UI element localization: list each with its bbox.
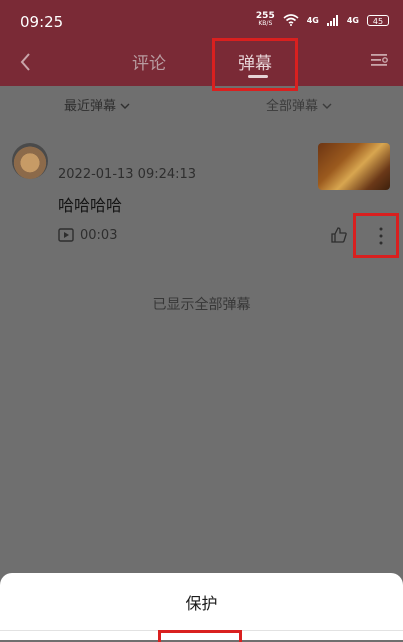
speed-value: 255: [255, 11, 275, 21]
filter-row: 最近弹幕 全部弹幕: [0, 86, 403, 122]
sort-label: 最近弹幕: [64, 99, 117, 114]
video-thumbnail[interactable]: [318, 143, 390, 190]
back-icon[interactable]: [16, 50, 36, 74]
status-bar: 09:25 255 KB/S 4G 4G 45: [0, 0, 403, 46]
network-type-2: 4G: [346, 15, 359, 25]
highlight-tab-danmu: [212, 38, 298, 91]
avatar[interactable]: [12, 143, 48, 179]
highlight-sheet-option: [158, 630, 242, 642]
danmu-message: 哈哈哈哈: [58, 196, 123, 215]
list-settings-icon[interactable]: [369, 50, 389, 70]
danmu-timestamp: 2022-01-13 09:24:13: [58, 167, 197, 182]
signal-icon: [326, 14, 338, 26]
network-type-1: 4G: [306, 15, 319, 25]
end-of-list-text: 已显示全部弹幕: [152, 297, 251, 313]
sort-dropdown[interactable]: 最近弹幕: [64, 95, 130, 114]
chevron-down-icon: [120, 103, 130, 109]
battery-icon: 45: [367, 14, 389, 26]
thumbs-up-icon[interactable]: [330, 226, 348, 244]
speed-unit: KB/S: [258, 20, 273, 27]
danmu-duration: 00:03: [80, 228, 118, 243]
scope-label: 全部弹幕: [266, 99, 319, 114]
play-icon[interactable]: [58, 228, 74, 242]
scope-dropdown[interactable]: 全部弹幕: [266, 95, 332, 114]
tab-comments[interactable]: 评论: [132, 49, 166, 74]
protect-option[interactable]: 保护: [0, 590, 403, 614]
wifi-icon: [283, 14, 299, 26]
status-icons: 255 KB/S 4G 4G 45: [256, 12, 389, 28]
nav-bar: 评论 弹幕: [0, 46, 403, 86]
status-time: 09:25: [20, 13, 64, 31]
chevron-down-icon: [322, 103, 332, 109]
highlight-more-button: [353, 213, 399, 258]
network-speed: 255 KB/S: [256, 12, 275, 28]
